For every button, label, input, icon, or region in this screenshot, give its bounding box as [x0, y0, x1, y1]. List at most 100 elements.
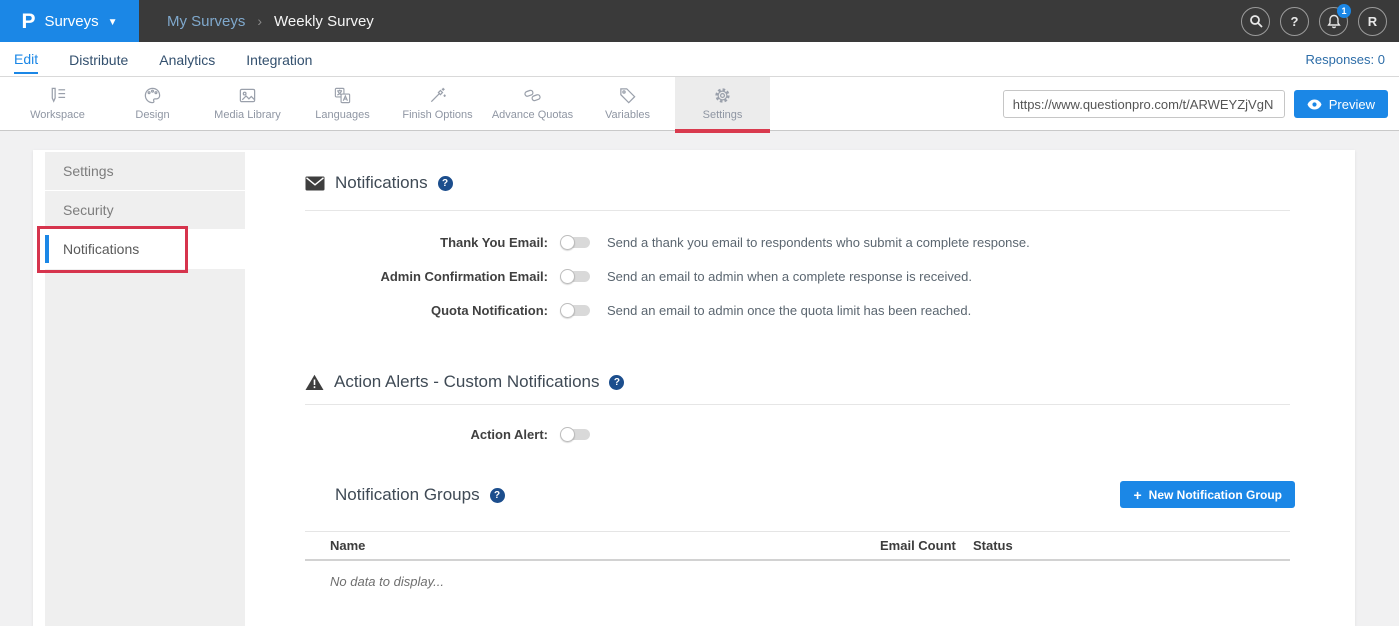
finish-options-icon: [428, 86, 447, 105]
sidebar-filler: [45, 269, 245, 626]
section-divider: [305, 210, 1290, 211]
notifications-button[interactable]: 1: [1319, 7, 1348, 36]
languages-icon: [333, 86, 352, 105]
sidebar-item-settings[interactable]: Settings: [45, 152, 245, 190]
toggle-knob: [560, 427, 575, 442]
thank-you-email-row: Thank You Email: Send a thank you email …: [305, 225, 1290, 259]
thank-you-email-toggle[interactable]: [560, 235, 590, 250]
toolbar-label: Media Library: [214, 109, 281, 121]
help-icon[interactable]: ?: [609, 375, 624, 390]
toolbar-label: Variables: [605, 109, 650, 121]
action-alerts-section: Action Alerts - Custom Notifications ? A…: [305, 369, 1290, 451]
workspace-icon: [48, 86, 67, 105]
survey-url-input[interactable]: [1003, 90, 1285, 118]
breadcrumb: My Surveys › Weekly Survey: [167, 13, 374, 30]
plus-icon: +: [1133, 488, 1141, 502]
quota-notification-toggle[interactable]: [560, 303, 590, 318]
edit-toolbar: Workspace Design Media Library Languages: [0, 77, 1399, 131]
tab-analytics[interactable]: Analytics: [159, 45, 215, 73]
section-title: Action Alerts - Custom Notifications: [334, 372, 599, 392]
action-alerts-section-header: Action Alerts - Custom Notifications ?: [305, 369, 1290, 395]
toolbar-label: Advance Quotas: [492, 109, 573, 121]
page-background: Settings Security Notifications Notifica…: [0, 131, 1399, 626]
table-header-row: Name Email Count Status: [305, 532, 1290, 561]
toggle-knob: [560, 269, 575, 284]
active-indicator-bar: [45, 235, 49, 263]
questionpro-logo-icon: P: [21, 11, 35, 32]
top-bar: P Surveys ▼ My Surveys › Weekly Survey ?…: [0, 0, 1399, 42]
preview-button[interactable]: Preview: [1294, 90, 1388, 118]
setting-description: Send a thank you email to respondents wh…: [607, 235, 1030, 250]
toolbar-item-media-library[interactable]: Media Library: [200, 77, 295, 130]
admin-confirmation-email-toggle[interactable]: [560, 269, 590, 284]
toolbar-label: Finish Options: [402, 109, 472, 121]
toolbar-item-advance-quotas[interactable]: Advance Quotas: [485, 77, 580, 130]
settings-gear-icon: [713, 86, 732, 105]
section-divider: [305, 404, 1290, 405]
survey-nav-bar: Edit Distribute Analytics Integration Re…: [0, 42, 1399, 77]
eye-icon: [1307, 99, 1322, 110]
new-notification-group-button[interactable]: + New Notification Group: [1120, 481, 1295, 508]
tab-integration[interactable]: Integration: [246, 45, 312, 73]
column-header-name: Name: [305, 538, 880, 553]
action-alert-toggle[interactable]: [560, 427, 590, 442]
notifications-section-header: Notifications ?: [305, 170, 1290, 196]
notification-groups-table: Name Email Count Status No data to displ…: [305, 531, 1290, 589]
toolbar-item-settings[interactable]: Settings: [675, 77, 770, 130]
search-icon: [1249, 14, 1263, 28]
setting-description: Send an email to admin when a complete r…: [607, 269, 972, 284]
advance-quotas-icon: [523, 86, 542, 105]
search-button[interactable]: [1241, 7, 1270, 36]
toolbar-item-languages[interactable]: Languages: [295, 77, 390, 130]
warning-triangle-icon: [305, 374, 324, 391]
tab-edit[interactable]: Edit: [14, 44, 38, 74]
action-alert-row: Action Alert:: [305, 417, 1290, 451]
toolbar-item-design[interactable]: Design: [105, 77, 200, 130]
quota-notification-row: Quota Notification: Send an email to adm…: [305, 293, 1290, 327]
envelope-icon: [305, 176, 325, 191]
section-title: Notifications: [335, 173, 428, 193]
setting-label: Quota Notification:: [305, 303, 548, 318]
section-title: Notification Groups: [335, 485, 480, 505]
help-icon[interactable]: ?: [490, 488, 505, 503]
sidebar-item-label: Settings: [63, 163, 114, 179]
media-library-icon: [238, 86, 257, 105]
toolbar-item-finish-options[interactable]: Finish Options: [390, 77, 485, 130]
toolbar-item-workspace[interactable]: Workspace: [10, 77, 105, 130]
caret-down-icon: ▼: [108, 17, 118, 28]
help-icon[interactable]: ?: [438, 176, 453, 191]
column-header-status: Status: [973, 538, 1290, 553]
setting-description: Send an email to admin once the quota li…: [607, 303, 971, 318]
tab-distribute[interactable]: Distribute: [69, 45, 128, 73]
breadcrumb-separator-icon: ›: [257, 13, 262, 29]
question-mark-icon: ?: [1291, 14, 1299, 29]
breadcrumb-my-surveys[interactable]: My Surveys: [167, 13, 245, 30]
responses-count: Responses: 0: [1306, 52, 1386, 67]
variables-icon: [618, 86, 637, 105]
breadcrumb-current-survey: Weekly Survey: [274, 13, 374, 30]
notification-groups-title-wrap: Notification Groups ?: [305, 485, 505, 505]
toggle-knob: [560, 235, 575, 250]
admin-confirmation-email-row: Admin Confirmation Email: Send an email …: [305, 259, 1290, 293]
user-avatar[interactable]: R: [1358, 7, 1387, 36]
toolbar-label: Languages: [315, 109, 369, 121]
help-button[interactable]: ?: [1280, 7, 1309, 36]
toolbar-label: Workspace: [30, 109, 85, 121]
setting-label: Action Alert:: [305, 427, 548, 442]
column-header-email-count: Email Count: [880, 538, 973, 553]
design-icon: [143, 86, 162, 105]
toolbar-item-variables[interactable]: Variables: [580, 77, 675, 130]
product-menu-label: Surveys: [44, 13, 98, 30]
toolbar-right-group: Preview: [1003, 77, 1388, 131]
surveys-product-menu[interactable]: P Surveys ▼: [0, 0, 139, 42]
notification-groups-header: Notification Groups ? + New Notification…: [305, 481, 1290, 509]
settings-panel: Settings Security Notifications Notifica…: [33, 150, 1355, 626]
sidebar-item-notifications[interactable]: Notifications: [45, 230, 245, 268]
sidebar-item-label: Notifications: [63, 241, 139, 257]
sidebar-item-security[interactable]: Security: [45, 191, 245, 229]
sidebar-item-label: Security: [63, 202, 114, 218]
avatar-initial: R: [1368, 14, 1377, 29]
topbar-actions: ? 1 R: [1241, 0, 1387, 42]
preview-label: Preview: [1329, 97, 1375, 112]
setting-label: Admin Confirmation Email:: [305, 269, 548, 284]
